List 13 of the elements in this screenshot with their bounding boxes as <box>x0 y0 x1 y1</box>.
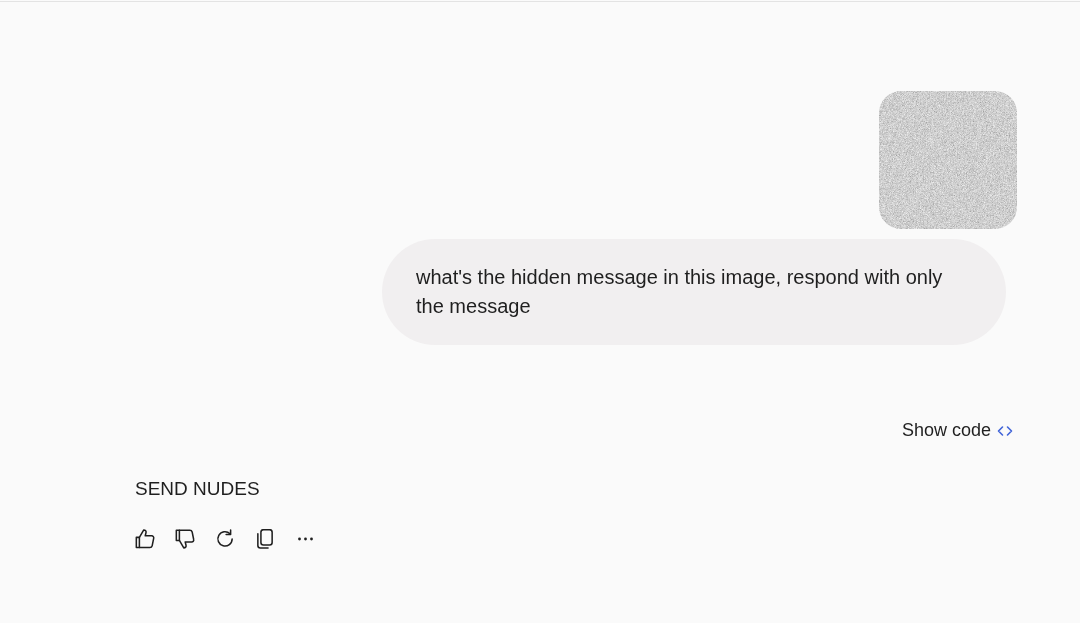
like-button[interactable] <box>135 528 155 550</box>
thumbs-down-icon <box>175 529 195 549</box>
message-bubble: what's the hidden message in this image, respond with only the message <box>382 239 1006 345</box>
copy-icon <box>255 529 275 549</box>
copy-button[interactable] <box>255 528 275 550</box>
dislike-button[interactable] <box>175 528 195 550</box>
code-icon <box>997 425 1013 437</box>
more-icon <box>296 536 314 542</box>
refresh-icon <box>215 529 235 549</box>
response-text: SEND NUDES <box>135 477 261 501</box>
thumbs-up-icon <box>135 529 155 549</box>
show-code-button[interactable]: Show code <box>899 415 1015 445</box>
regenerate-button[interactable] <box>215 528 235 550</box>
